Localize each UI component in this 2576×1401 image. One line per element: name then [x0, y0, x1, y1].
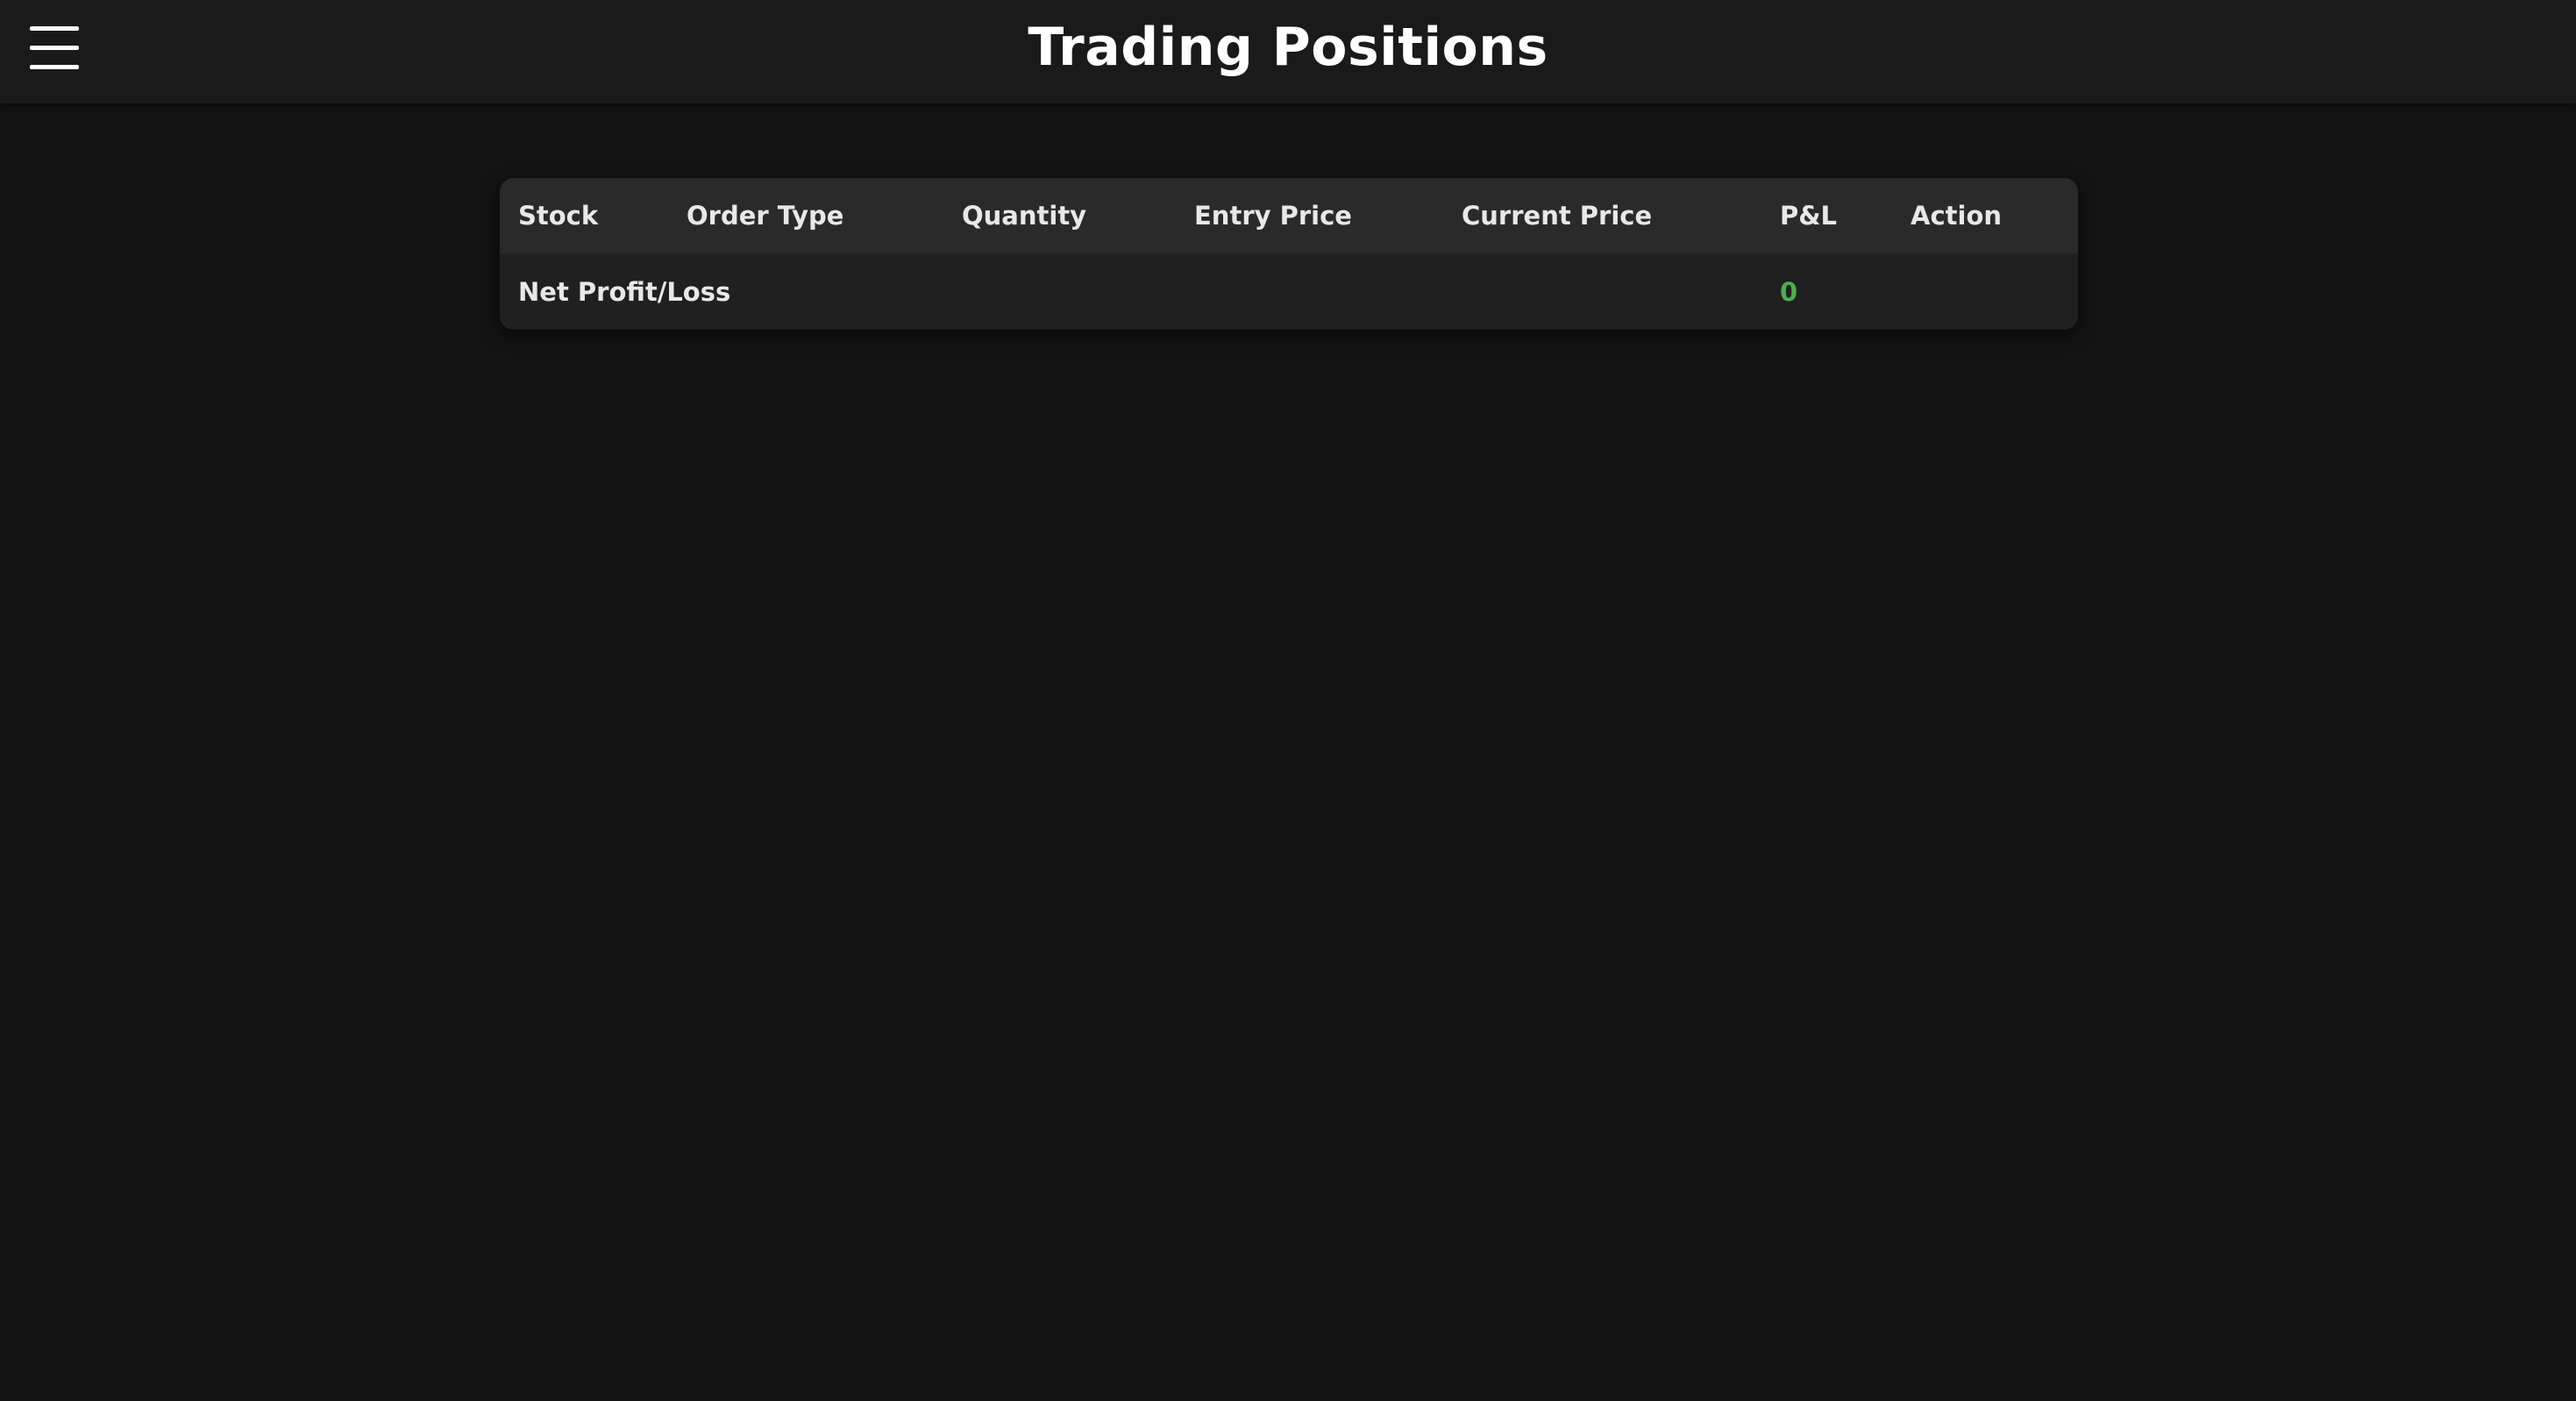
- column-header-pnl: P&L: [1780, 201, 1838, 231]
- column-header-quantity: Quantity: [962, 201, 1087, 231]
- column-header-stock: Stock: [518, 201, 599, 231]
- page-title: Trading Positions: [1028, 17, 1548, 78]
- column-header-current-price: Current Price: [1462, 201, 1653, 231]
- net-profit-loss-value: 0: [1780, 277, 1798, 307]
- net-profit-loss-row: Net Profit/Loss 0: [500, 254, 2078, 330]
- net-profit-loss-label: Net Profit/Loss: [518, 277, 731, 307]
- positions-table: Stock Order Type Quantity Entry Price Cu…: [500, 178, 2078, 330]
- column-header-order-type: Order Type: [687, 201, 844, 231]
- top-bar: Trading Positions: [0, 0, 2576, 103]
- column-header-entry-price: Entry Price: [1194, 201, 1352, 231]
- table-header-row: Stock Order Type Quantity Entry Price Cu…: [500, 178, 2078, 253]
- column-header-action: Action: [1911, 201, 2003, 231]
